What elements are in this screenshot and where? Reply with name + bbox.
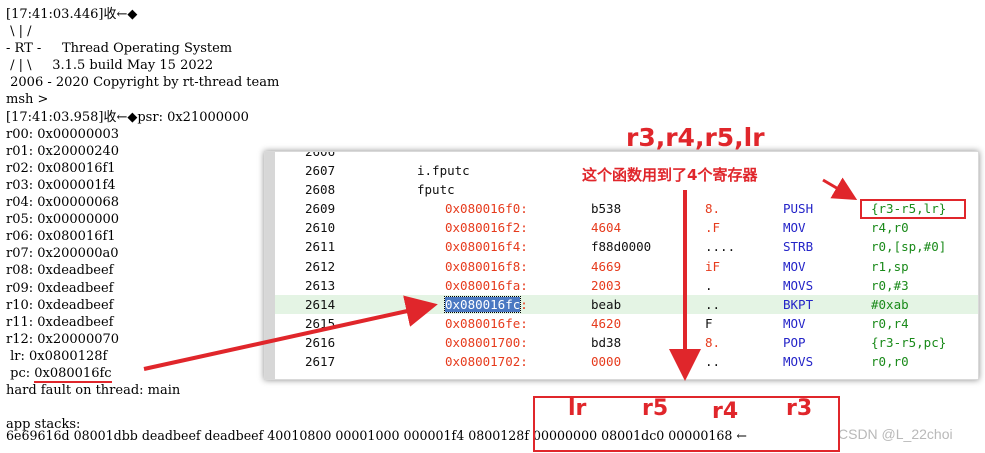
annotation-arrows [143, 177, 858, 381]
arrow-note-to-operands [822, 177, 858, 201]
arrow-pc-to-address [143, 295, 438, 371]
